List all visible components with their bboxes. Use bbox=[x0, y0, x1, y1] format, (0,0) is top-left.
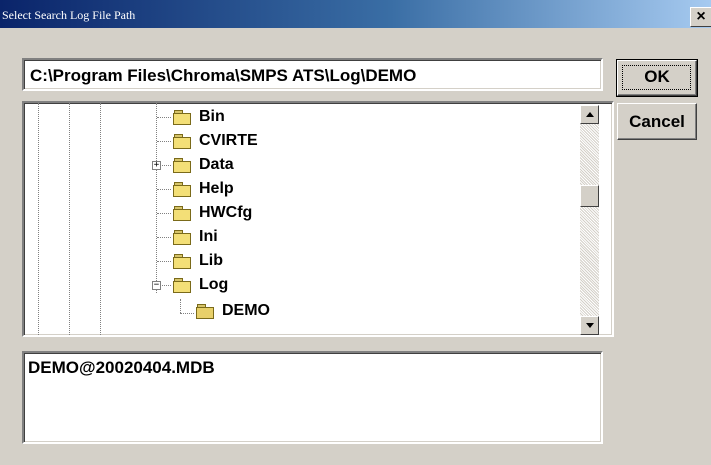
scroll-down-button[interactable] bbox=[580, 316, 599, 335]
scroll-up-button[interactable] bbox=[580, 105, 599, 124]
tree-connector bbox=[157, 141, 171, 142]
tree-connector bbox=[157, 261, 171, 262]
tree-item-lib[interactable]: Lib bbox=[24, 251, 564, 273]
folder-icon bbox=[173, 278, 191, 293]
file-list[interactable]: DEMO@20020404.MDB bbox=[22, 351, 603, 444]
folder-icon bbox=[173, 110, 191, 125]
tree-item-demo[interactable]: DEMO bbox=[24, 299, 564, 321]
tree-connector bbox=[180, 313, 194, 314]
tree-item-label: Log bbox=[199, 276, 229, 293]
folder-icon bbox=[173, 206, 191, 221]
tree-item-label: Lib bbox=[199, 252, 223, 269]
ok-button[interactable]: OK bbox=[616, 59, 698, 97]
tree-item-ini[interactable]: Ini bbox=[24, 227, 564, 249]
tree-item-label: HWCfg bbox=[199, 204, 253, 221]
window-title: Select Search Log File Path bbox=[2, 8, 136, 22]
scroll-thumb[interactable] bbox=[580, 185, 599, 207]
folder-icon bbox=[173, 158, 191, 173]
folder-icon bbox=[173, 182, 191, 197]
tree-item-label: DEMO bbox=[222, 302, 270, 319]
path-field[interactable]: C:\Program Files\Chroma\SMPS ATS\Log\DEM… bbox=[22, 58, 603, 91]
list-item[interactable]: DEMO@20020404.MDB bbox=[28, 358, 215, 378]
cancel-label: Cancel bbox=[629, 112, 685, 131]
folder-icon bbox=[173, 254, 191, 269]
tree-connector bbox=[157, 117, 171, 118]
collapse-icon[interactable]: − bbox=[152, 281, 161, 290]
cancel-button[interactable]: Cancel bbox=[617, 103, 697, 140]
folder-icon bbox=[173, 134, 191, 149]
tree-item-data[interactable]: + Data bbox=[24, 155, 564, 177]
open-folder-icon bbox=[196, 304, 214, 319]
tree-item-label: CVIRTE bbox=[199, 132, 258, 149]
up-arrow-icon bbox=[586, 112, 594, 117]
tree-item-label: Data bbox=[199, 156, 234, 173]
tree-item-label: Ini bbox=[199, 228, 218, 245]
tree-item-hwcfg[interactable]: HWCfg bbox=[24, 203, 564, 225]
tree-item-bin[interactable]: Bin bbox=[24, 107, 564, 129]
expand-icon[interactable]: + bbox=[152, 161, 161, 170]
scroll-track[interactable] bbox=[580, 105, 599, 335]
focus-rect bbox=[622, 65, 691, 90]
tree-item-cvirte[interactable]: CVIRTE bbox=[24, 131, 564, 153]
tree-connector bbox=[157, 213, 171, 214]
close-button[interactable]: × bbox=[690, 7, 711, 27]
down-arrow-icon bbox=[586, 323, 594, 328]
tree-connector bbox=[157, 237, 171, 238]
tree-item-log[interactable]: − Log bbox=[24, 275, 564, 297]
tree-connector bbox=[157, 189, 171, 190]
title-bar: Select Search Log File Path × bbox=[0, 0, 711, 28]
path-value[interactable]: C:\Program Files\Chroma\SMPS ATS\Log\DEM… bbox=[30, 66, 416, 86]
tree-scrollbar[interactable] bbox=[580, 105, 599, 335]
folder-tree[interactable]: Bin CVIRTE + Data Help HWCfg Ini Lib − L… bbox=[22, 101, 614, 337]
tree-item-label: Help bbox=[199, 180, 234, 197]
tree-item-label: Bin bbox=[199, 108, 225, 125]
tree-item-help[interactable]: Help bbox=[24, 179, 564, 201]
folder-icon bbox=[173, 230, 191, 245]
